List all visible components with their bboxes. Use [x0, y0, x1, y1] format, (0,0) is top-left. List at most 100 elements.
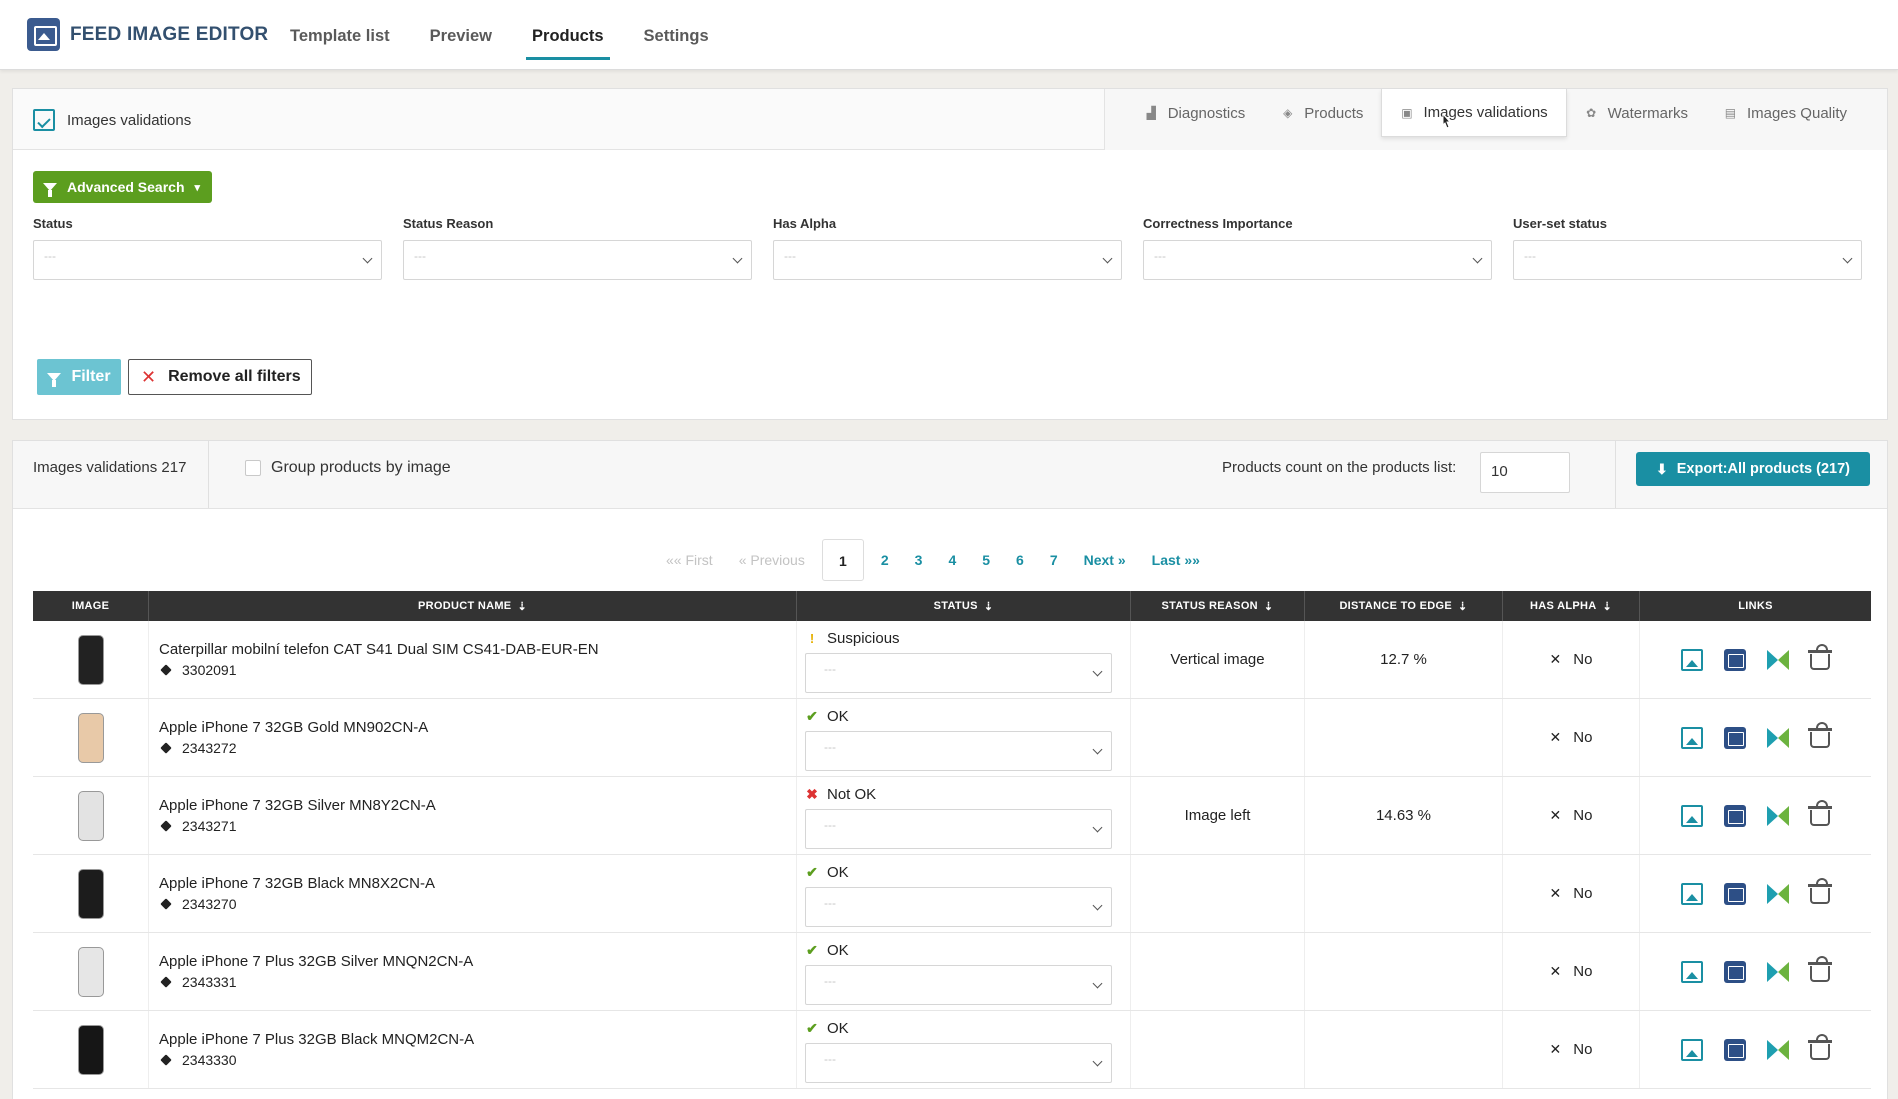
group-by-image-checkbox[interactable]	[245, 460, 261, 476]
product-thumbnail[interactable]	[77, 712, 104, 763]
image-file-icon[interactable]	[1681, 726, 1703, 749]
tab-watermarks[interactable]: ✿ Watermarks	[1567, 89, 1706, 137]
status-reason-select[interactable]: ---	[403, 240, 752, 280]
filter-button[interactable]: Filter	[37, 359, 121, 395]
user-status-select[interactable]: ---	[805, 965, 1112, 1005]
close-icon: ✕	[1549, 963, 1562, 979]
page-4[interactable]: 4	[935, 539, 969, 581]
page-5[interactable]: 5	[969, 539, 1003, 581]
col-status[interactable]: STATUS ⇣	[797, 591, 1131, 621]
remove-all-filters-button[interactable]: ✕ Remove all filters	[128, 359, 312, 395]
status-text: OK	[827, 863, 849, 881]
col-label: IMAGE	[71, 600, 110, 612]
status-cell: ! Suspicious ---	[797, 621, 1131, 698]
tab-images-quality[interactable]: ▤ Images Quality	[1706, 89, 1865, 137]
tab-diagnostics[interactable]: ▟ Diagnostics	[1127, 89, 1264, 137]
page-6[interactable]: 6	[1003, 539, 1037, 581]
image-preview-icon[interactable]	[1724, 882, 1746, 905]
validations-table: IMAGE PRODUCT NAME ⇣ STATUS ⇣ STATUS REASO…	[33, 591, 1871, 1089]
close-icon: ✕	[1549, 1041, 1562, 1057]
image-file-icon[interactable]	[1681, 648, 1703, 671]
image-file-icon[interactable]	[1681, 882, 1703, 905]
user-status-select[interactable]: ---	[805, 1043, 1112, 1083]
product-id: 2343331	[159, 974, 237, 990]
col-distance-to-edge[interactable]: DISTANCE TO EDGE ⇣	[1305, 591, 1503, 621]
basket-icon[interactable]	[1808, 799, 1832, 826]
heureka-icon[interactable]	[1767, 649, 1789, 670]
image-preview-icon[interactable]	[1724, 1038, 1746, 1061]
page-1[interactable]: 1	[821, 539, 864, 581]
group-by-image-toggle[interactable]: Group products by image	[245, 459, 451, 477]
col-label: STATUS REASON	[1161, 600, 1258, 612]
table-row: Apple iPhone 7 32GB Black MN8X2CN-A 2343…	[33, 855, 1871, 933]
nav-products[interactable]: Products	[512, 0, 624, 70]
heureka-icon[interactable]	[1767, 727, 1789, 748]
heureka-icon[interactable]	[1767, 805, 1789, 826]
advanced-search-button[interactable]: Advanced Search ▾	[33, 171, 213, 203]
app-logo-icon[interactable]	[27, 18, 60, 51]
page-2[interactable]: 2	[868, 539, 902, 581]
col-product-name[interactable]: PRODUCT NAME ⇣	[149, 591, 797, 621]
chevron-down-icon	[1092, 978, 1103, 989]
app-title[interactable]: FEED IMAGE EDITOR	[70, 24, 268, 46]
product-thumbnail[interactable]	[77, 790, 104, 841]
export-label: Export:All products (217)	[1676, 461, 1850, 477]
tab-images-validations[interactable]: ▣ Images validations	[1381, 89, 1567, 137]
tab-products[interactable]: ◈ Products	[1263, 89, 1381, 137]
box-icon: ◈	[1283, 106, 1293, 120]
status-reason-cell	[1131, 699, 1305, 776]
advanced-search-label: Advanced Search	[67, 179, 185, 195]
page-next[interactable]: Next »	[1071, 539, 1139, 581]
product-thumbnail[interactable]	[77, 634, 104, 685]
page-3[interactable]: 3	[902, 539, 936, 581]
status-line: ✔ OK	[805, 863, 849, 881]
product-thumbnail[interactable]	[77, 868, 104, 919]
heureka-icon[interactable]	[1767, 883, 1789, 904]
col-has-alpha[interactable]: HAS ALPHA ⇣	[1503, 591, 1640, 621]
product-image-cell	[33, 699, 149, 776]
basket-icon[interactable]	[1808, 721, 1832, 748]
user-set-status-select[interactable]: ---	[1513, 240, 1862, 280]
status-select[interactable]: ---	[33, 240, 382, 280]
correctness-importance-select[interactable]: ---	[1143, 240, 1492, 280]
basket-icon[interactable]	[1808, 643, 1832, 670]
image-file-icon[interactable]	[1681, 804, 1703, 827]
product-thumbnail[interactable]	[77, 946, 104, 997]
heureka-icon[interactable]	[1767, 961, 1789, 982]
filter-status: Status ---	[33, 216, 382, 280]
user-status-select[interactable]: ---	[805, 653, 1112, 693]
warning-icon: !	[809, 630, 815, 646]
page-last[interactable]: Last »»	[1139, 539, 1213, 581]
basket-icon[interactable]	[1808, 1033, 1832, 1060]
col-status-reason[interactable]: STATUS REASON ⇣	[1131, 591, 1305, 621]
image-preview-icon[interactable]	[1724, 648, 1746, 671]
user-status-select[interactable]: ---	[805, 731, 1112, 771]
basket-icon[interactable]	[1808, 955, 1832, 982]
nav-settings[interactable]: Settings	[624, 0, 729, 70]
has-alpha-cell: ✕ No	[1503, 855, 1640, 932]
divider	[1615, 441, 1616, 508]
user-status-select[interactable]: ---	[805, 887, 1112, 927]
export-button[interactable]: ⬇ Export:All products (217)	[1636, 452, 1870, 486]
sub-tabs: ▟ Diagnostics ◈ Products ▣ Images validatio…	[1103, 89, 1887, 150]
nav-template-list[interactable]: Template list	[270, 0, 410, 70]
image-preview-icon[interactable]	[1724, 726, 1746, 749]
table-body: Caterpillar mobilní telefon CAT S41 Dual…	[33, 621, 1871, 1089]
products-count-input[interactable]: 10	[1480, 452, 1570, 493]
image-preview-icon[interactable]	[1724, 804, 1746, 827]
status-line: ✔ OK	[805, 707, 849, 725]
user-status-select[interactable]: ---	[805, 809, 1112, 849]
image-file-icon[interactable]	[1681, 960, 1703, 983]
product-image-cell	[33, 855, 149, 932]
nav-preview[interactable]: Preview	[410, 0, 512, 70]
image-preview-icon[interactable]	[1724, 960, 1746, 983]
has-alpha-select[interactable]: ---	[773, 240, 1122, 280]
product-thumbnail[interactable]	[77, 1024, 104, 1075]
table-row: Apple iPhone 7 32GB Gold MN902CN-A 23432…	[33, 699, 1871, 777]
filter-has-alpha: Has Alpha ---	[773, 216, 1122, 280]
image-file-icon[interactable]	[1681, 1038, 1703, 1061]
basket-icon[interactable]	[1808, 877, 1832, 904]
heureka-icon[interactable]	[1767, 1039, 1789, 1060]
has-alpha-value: No	[1573, 1041, 1593, 1058]
page-7[interactable]: 7	[1037, 539, 1071, 581]
